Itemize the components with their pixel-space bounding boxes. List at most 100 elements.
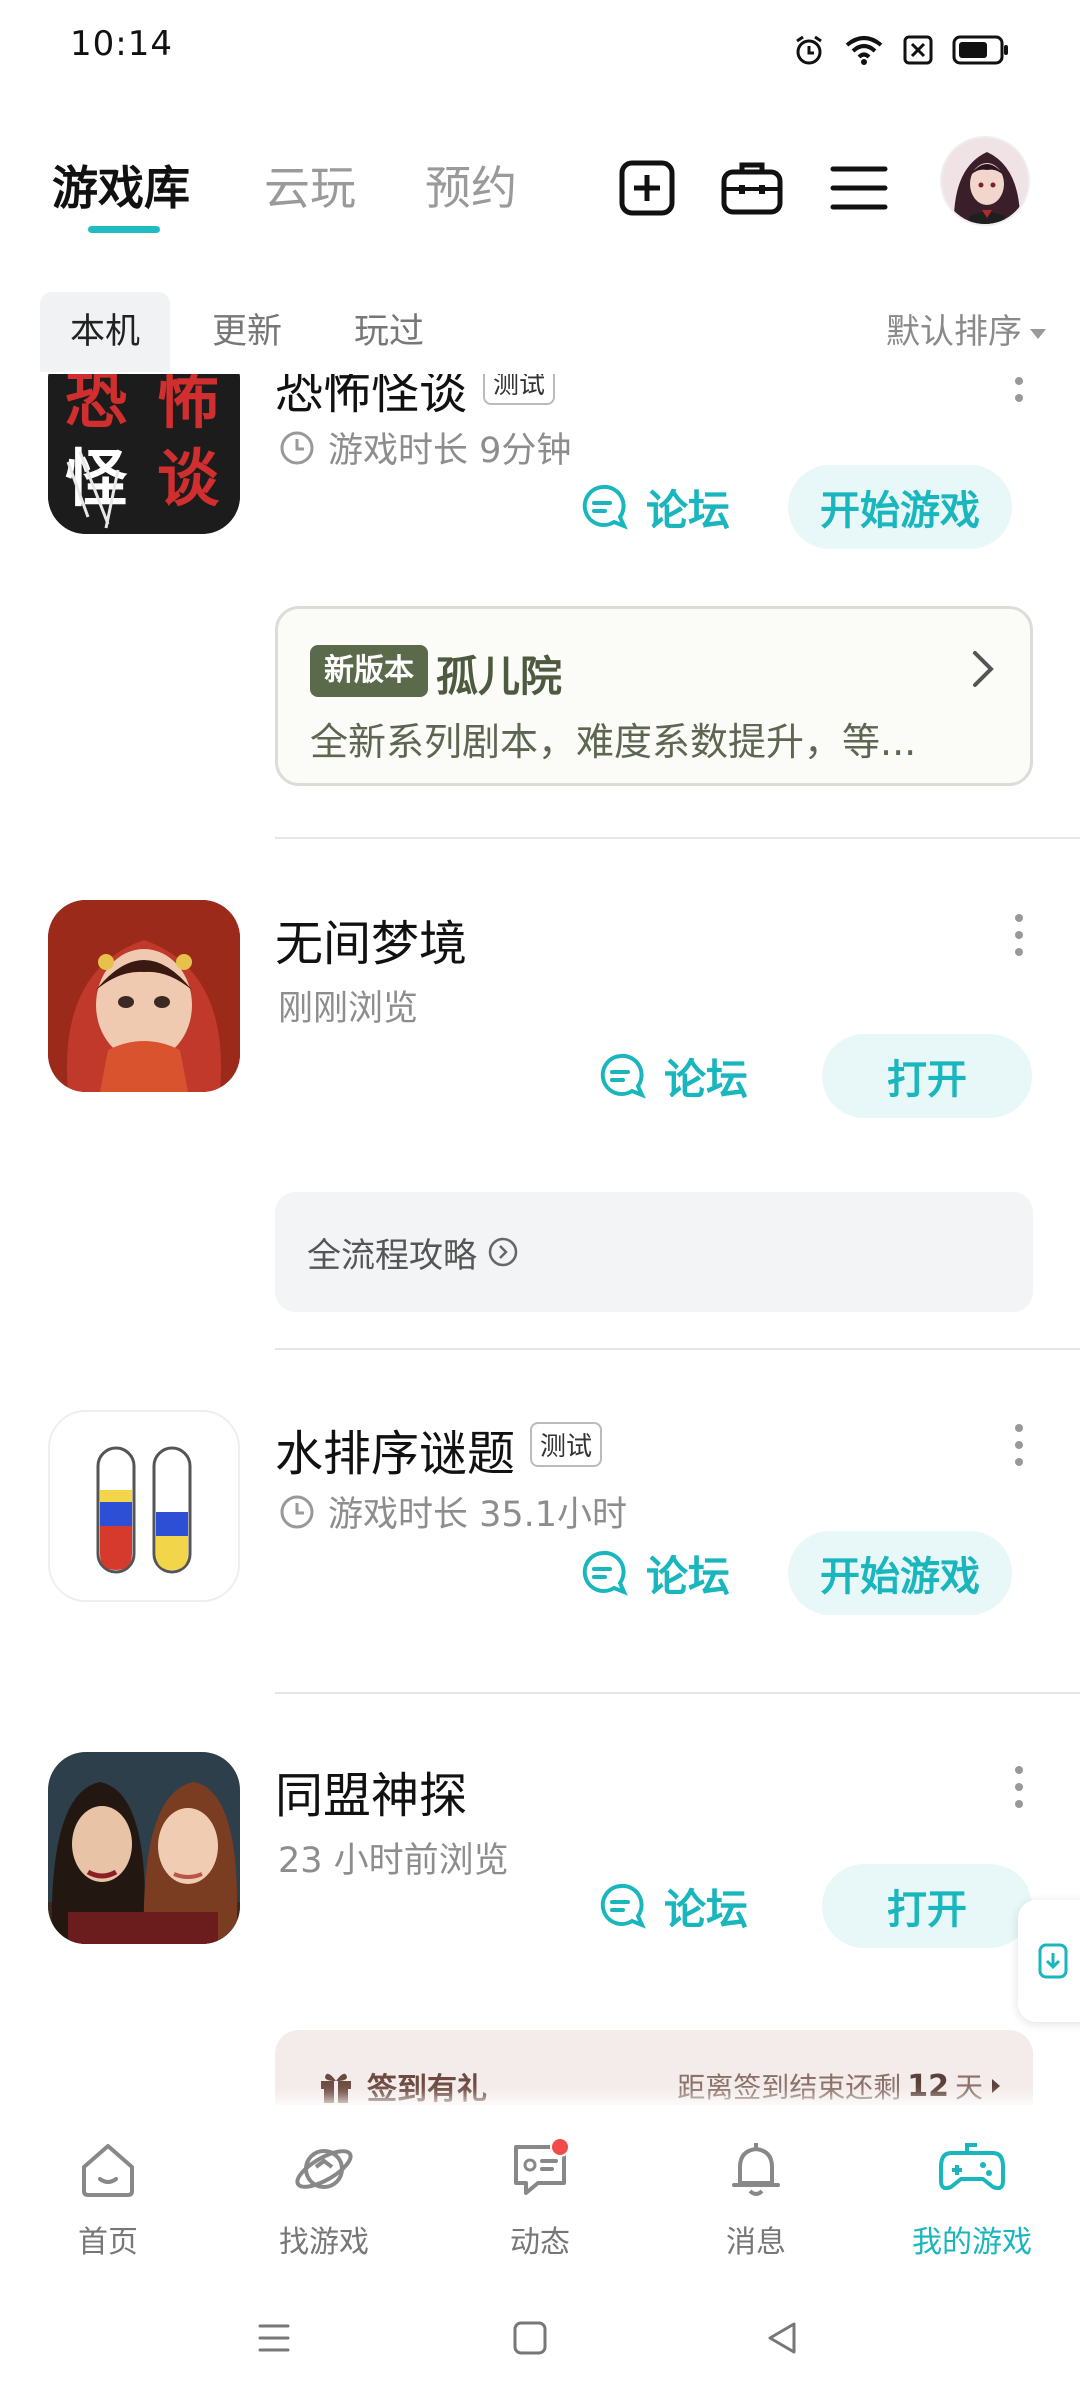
sort-label: 默认排序 [886, 312, 1022, 352]
wifi-icon [844, 33, 884, 67]
browse-time: 23 小时前浏览 [278, 1841, 509, 1881]
tab-game-library[interactable]: 游戏库 [52, 152, 190, 218]
test-badge: 测试 [483, 370, 556, 405]
news-title: 孤儿院 [436, 652, 563, 701]
avatar[interactable] [940, 136, 1030, 226]
forum-icon [600, 1053, 646, 1099]
recent-apps-icon[interactable] [244, 2308, 304, 2368]
forum-label: 论坛 [646, 485, 731, 535]
game-icon-water-sort[interactable] [48, 1410, 240, 1602]
forum-icon [600, 1883, 646, 1929]
game-icon-dreamland[interactable] [48, 900, 240, 1092]
more-options-icon[interactable] [1004, 910, 1034, 960]
forum-button[interactable]: 论坛 [596, 1864, 748, 1948]
tab-indicator [88, 226, 160, 233]
forum-button[interactable]: 论坛 [578, 465, 730, 549]
tab-reservation[interactable]: 预约 [425, 152, 517, 218]
start-game-button[interactable]: 开始游戏 [788, 1531, 1012, 1615]
back-icon[interactable] [752, 2308, 812, 2368]
add-square-icon[interactable] [609, 150, 685, 226]
more-options-icon[interactable] [1004, 1420, 1034, 1470]
game-meta: 23 小时前浏览 [278, 1832, 509, 1883]
start-game-button[interactable]: 开始游戏 [788, 465, 1012, 549]
walkthrough-label: 全流程攻略 [307, 1235, 477, 1276]
top-nav: 游戏库 云玩 预约 [0, 130, 1080, 250]
game-title[interactable]: 无间梦境 [275, 904, 467, 974]
clock-icon [280, 431, 314, 464]
game-list[interactable]: 恐 怖 怪 谈 恐怖怪谈 测试 游戏时长 9分钟 论坛 开始游戏 新版本 孤儿院… [0, 370, 1080, 2110]
divider [275, 837, 1080, 839]
game-title[interactable]: 水排序谜题 [275, 1414, 515, 1484]
download-icon [1038, 1943, 1068, 1979]
countdown-prefix: 距离签到结束还剩 [677, 2071, 902, 2104]
nav-messages[interactable]: 消息 [648, 2133, 864, 2261]
home-icon [72, 2133, 144, 2205]
sub-tabs: 本机 更新 玩过 默认排序 [0, 292, 1080, 374]
nav-home[interactable]: 首页 [0, 2133, 216, 2261]
home-square-icon[interactable] [500, 2308, 560, 2368]
icon-char-2: 怖 [157, 370, 219, 437]
game-meta: 游戏时长 9分钟 [278, 422, 571, 473]
notification-dot [550, 2137, 570, 2157]
forum-icon [582, 1550, 628, 1596]
nav-label: 我的游戏 [912, 2225, 1032, 2260]
new-version-badge: 新版本 [310, 645, 428, 697]
subtab-updates[interactable]: 更新 [182, 292, 312, 372]
more-options-icon[interactable] [1004, 1762, 1034, 1812]
nav-label: 动态 [510, 2225, 570, 2260]
game-card: 恐 怖 怪 谈 恐怖怪谈 测试 游戏时长 9分钟 论坛 开始游戏 新版本 孤儿院… [0, 370, 1080, 852]
forum-label: 论坛 [664, 1884, 749, 1934]
toolbox-icon[interactable] [714, 150, 790, 226]
divider [275, 1692, 1080, 1694]
divider [275, 1348, 1080, 1350]
nav-label: 消息 [726, 2225, 786, 2260]
clock-icon [280, 1495, 314, 1528]
menu-icon[interactable] [821, 150, 897, 226]
signin-label: 签到有礼 [367, 2072, 487, 2107]
subtab-played[interactable]: 玩过 [324, 292, 454, 372]
chevron-right-icon [973, 651, 994, 687]
browse-time: 刚刚浏览 [278, 989, 419, 1029]
game-title[interactable]: 恐怖怪谈 [275, 370, 467, 422]
icon-char-4: 谈 [157, 442, 220, 515]
open-button[interactable]: 打开 [822, 1864, 1032, 1948]
forum-icon [582, 484, 628, 530]
forum-label: 论坛 [646, 1551, 731, 1601]
battery-icon [952, 34, 1010, 66]
nav-label: 找游戏 [279, 2225, 369, 2260]
subtab-local[interactable]: 本机 [40, 292, 171, 372]
status-icons [792, 30, 1010, 70]
floating-download-tab[interactable] [1018, 1900, 1080, 2022]
nav-feed[interactable]: 动态 [432, 2133, 648, 2261]
forum-label: 论坛 [664, 1054, 749, 1104]
status-bar: 10:14 [0, 0, 1080, 96]
game-icon-horror-tales[interactable]: 恐 怖 怪 谈 [48, 370, 240, 534]
signin-title: 签到有礼 [317, 2064, 487, 2108]
nav-find-games[interactable]: 找游戏 [216, 2133, 432, 2261]
forum-button[interactable]: 论坛 [596, 1034, 748, 1118]
version-news-card[interactable]: 新版本 孤儿院 全新系列剧本，难度系数提升，等... [275, 606, 1033, 786]
countdown-unit: 天 [954, 2071, 983, 2104]
forum-button[interactable]: 论坛 [578, 1531, 730, 1615]
countdown-days: 12 [907, 2068, 949, 2104]
tab-cloud-play[interactable]: 云玩 [264, 152, 356, 218]
more-options-icon[interactable] [1004, 370, 1034, 406]
caret-down-icon [1030, 329, 1046, 339]
play-time: 游戏时长 9分钟 [328, 431, 572, 471]
signin-countdown: 距离签到结束还剩 12 天 [677, 2066, 1003, 2106]
bell-icon [720, 2133, 792, 2205]
game-icon-alliance-detective[interactable] [48, 1752, 240, 1944]
game-meta: 刚刚浏览 [278, 980, 418, 1031]
play-time: 游戏时长 35.1小时 [328, 1495, 628, 1535]
walkthrough-link[interactable]: 全流程攻略 [275, 1192, 1033, 1312]
nav-my-games[interactable]: 我的游戏 [864, 2133, 1080, 2261]
system-nav-bar [0, 2280, 1080, 2400]
game-title[interactable]: 同盟神探 [275, 1756, 467, 1826]
gamepad-icon [936, 2133, 1008, 2205]
open-button[interactable]: 打开 [822, 1034, 1032, 1118]
gift-icon [321, 2073, 351, 2103]
sort-dropdown[interactable]: 默认排序 [886, 292, 1046, 372]
bottom-nav: 首页 找游戏 动态 消息 我的游戏 [0, 2105, 1080, 2280]
game-card: 水排序谜题 测试 游戏时长 35.1小时 论坛 开始游戏 [0, 1410, 1080, 1730]
game-card: 无间梦境 刚刚浏览 论坛 打开 全流程攻略 [0, 900, 1080, 1380]
